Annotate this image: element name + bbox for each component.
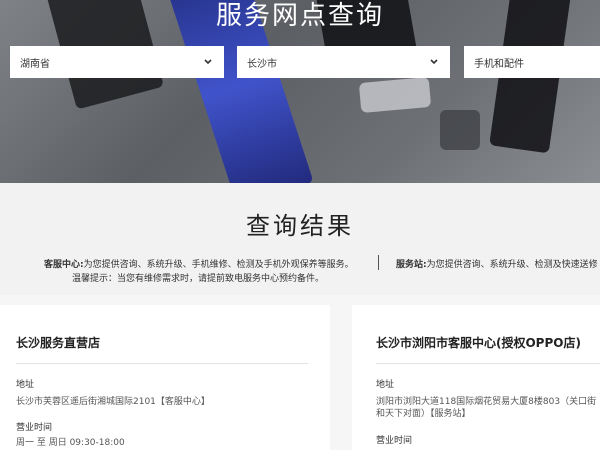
service-center-desc: 为您提供咨询、系统升级、手机维修、检测及手机外观保养等服务。 [83, 260, 354, 270]
phone-image [358, 77, 432, 113]
service-station-label: 服务站: [396, 260, 427, 270]
chevron-down-icon [204, 59, 212, 65]
chevron-down-icon [430, 59, 438, 65]
store-name: 长沙服务直营店 [16, 336, 101, 350]
address-label: 地址 [16, 380, 35, 390]
province-value: 湖南省 [20, 58, 50, 70]
store-hours: 周一 至 周日 09:30-18:00 [16, 438, 125, 448]
hero-banner: 服务网点查询 [0, 0, 600, 183]
reminder-tip: 温馨提示：当您有维修需求时，请提前致电服务中心预约备件。 [72, 274, 325, 284]
city-select[interactable]: 长沙市 [237, 46, 450, 78]
phone-image [440, 110, 480, 150]
store-address: 浏阳市浏阳大道118国际烟花贸易大厦8楼803（关口街 [376, 397, 597, 407]
address-label: 地址 [376, 380, 395, 390]
category-select[interactable]: 手机和配件 [464, 46, 600, 78]
city-value: 长沙市 [247, 58, 277, 70]
page-title: 服务网点查询 [215, 1, 384, 31]
service-station-desc: 为您提供咨询、系统升级、检测及快速送修 [426, 260, 598, 270]
divider [378, 255, 379, 270]
store-address: 和天下对面）【服务站】 [376, 409, 471, 419]
store-name: 长沙市浏阳市客服中心(授权OPPO店) [376, 336, 581, 350]
province-select[interactable]: 湖南省 [10, 46, 224, 78]
results-title: 查询结果 [246, 212, 354, 240]
category-value: 手机和配件 [474, 58, 524, 70]
divider [376, 363, 600, 364]
divider [16, 363, 308, 364]
store-address: 长沙市芙蓉区遥后街湘城国际2101【客服中心】 [16, 397, 210, 407]
service-center-info: 客服中心:为您提供咨询、系统升级、手机维修、检测及手机外观保养等服务。 [44, 257, 354, 270]
service-station-info: 服务站:为您提供咨询、系统升级、检测及快速送修 [396, 257, 598, 270]
service-center-label: 客服中心: [44, 260, 84, 270]
hours-label: 营业时间 [376, 436, 413, 446]
hours-label: 营业时间 [16, 423, 53, 433]
